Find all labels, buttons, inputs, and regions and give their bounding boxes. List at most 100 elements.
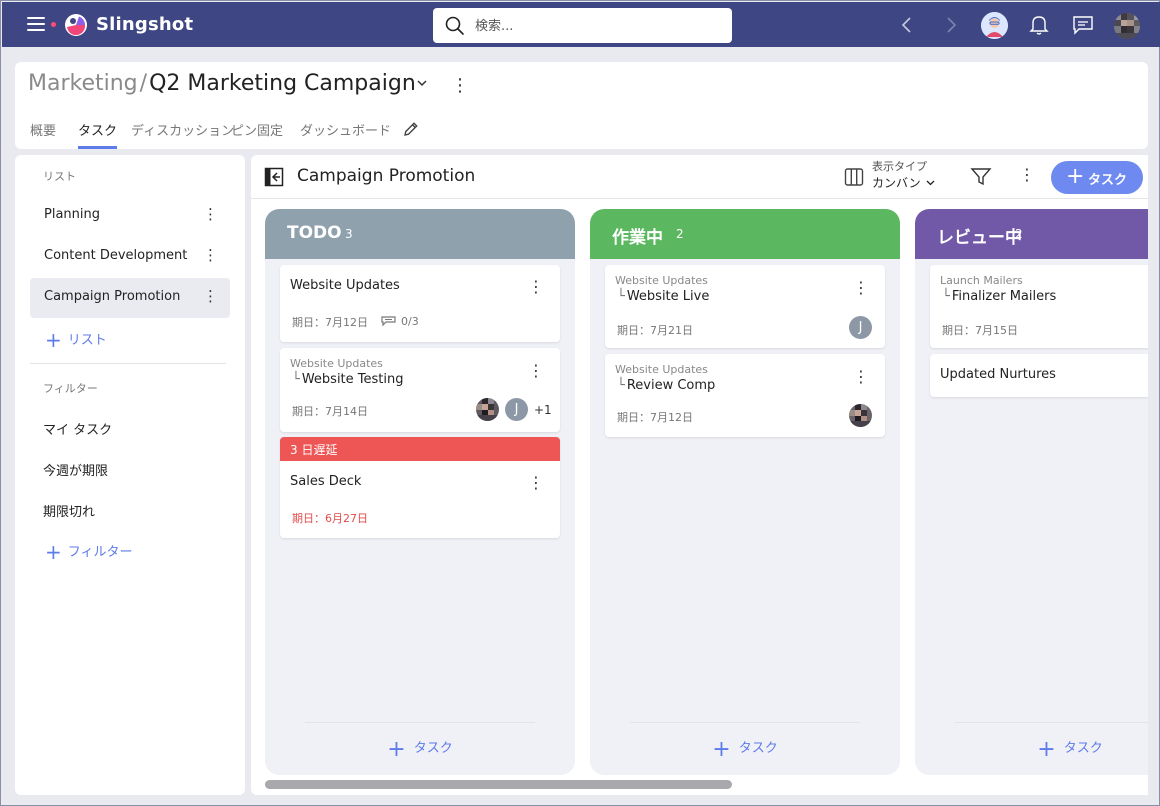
assignee-avatar-initial: J (505, 398, 528, 421)
task-card-sales-deck[interactable]: 3 日遅延 Sales Deck ⋮ 期日：6月27日 (280, 437, 560, 538)
project-title[interactable]: Q2 Marketing Campaign (149, 71, 416, 96)
plus-icon: + (1037, 737, 1056, 762)
subtask-branch-icon: └ (942, 289, 950, 304)
forward-arrow-icon[interactable] (943, 15, 959, 35)
task-card-finalizer-mailers[interactable]: Launch Mailers └ Finalizer Mailers 期日：7月1… (930, 265, 1148, 348)
column-footer-divider (955, 722, 1148, 723)
plus-icon: + (45, 328, 62, 352)
column-title: TODO (287, 223, 342, 243)
task-card-website-updates[interactable]: Website Updates ⋮ 期日：7月12日 0/3 (280, 265, 560, 342)
task-card-updated-nurtures[interactable]: Updated Nurtures (930, 354, 1148, 397)
more-vertical-icon[interactable]: ⋮ (528, 473, 544, 492)
search-icon (445, 16, 464, 35)
task-checklist: 0/3 (380, 314, 419, 328)
top-navigation-bar: Slingshot (2, 2, 1160, 47)
more-vertical-icon[interactable]: ⋮ (853, 367, 869, 386)
add-filter-button[interactable]: + フィルター (45, 540, 133, 564)
kanban-column-todo: TODO 3 Website Updates ⋮ 期日：7月12日 0/3 We… (265, 209, 575, 775)
task-card-review-comp[interactable]: Website Updates └ Review Comp ⋮ 期日：7月12日 (605, 354, 885, 437)
breadcrumb: Marketing/Q2 Marketing Campaign (28, 71, 416, 96)
bell-icon[interactable] (1029, 14, 1049, 36)
edit-pencil-icon[interactable] (402, 120, 420, 138)
user-avatar[interactable] (1114, 13, 1140, 39)
task-due-date: 期日：7月12日 (292, 316, 368, 329)
more-vertical-icon[interactable]: ⋮ (528, 277, 544, 296)
checklist-icon (381, 316, 396, 327)
kanban-column-in-progress: 作業中 2 Website Updates └ Website Live ⋮ 期日… (590, 209, 900, 775)
task-due-date: 期日：7月15日 (942, 324, 1018, 337)
filter-overdue[interactable]: 期限切れ (43, 501, 95, 520)
column-count: 2 (676, 227, 684, 241)
checklist-count: 0/3 (401, 315, 419, 328)
column-add-task-button[interactable]: + タスク (915, 737, 1148, 762)
tab-tasks[interactable]: タスク (78, 118, 118, 149)
search-box[interactable] (433, 8, 732, 43)
column-footer-divider (305, 722, 535, 723)
add-list-button[interactable]: + リスト (45, 328, 107, 352)
column-header: TODO 3 (265, 209, 575, 259)
project-more-icon[interactable]: ⋮ (451, 75, 469, 96)
board-panel: Campaign Promotion 表示タイプ カンバン ⋮ + タスク TO… (251, 155, 1148, 795)
sidebar-item-planning[interactable]: Planning ⋮ (30, 196, 230, 236)
tab-overview[interactable]: 概要 (30, 118, 56, 149)
search-input[interactable] (475, 16, 715, 36)
breadcrumb-parent-link[interactable]: Marketing (28, 71, 138, 96)
add-list-label: リスト (67, 333, 107, 348)
app-window: Slingshot 検索... Marketing/Q2 Marketing C… (0, 0, 1160, 806)
filter-icon[interactable] (970, 167, 992, 187)
task-card-website-testing[interactable]: Website Updates └ Website Testing ⋮ 期日：7月… (280, 348, 560, 432)
column-add-task-label: タスク (413, 741, 453, 756)
view-type-value: カンバン (872, 176, 921, 190)
more-vertical-icon[interactable]: ⋮ (528, 361, 544, 380)
extra-assignees-count: +1 (534, 403, 552, 417)
task-card-website-live[interactable]: Website Updates └ Website Live ⋮ 期日：7月21日… (605, 265, 885, 348)
kanban-column-in-review: レビュー中 2 Launch Mailers └ Finalizer Mailer… (915, 209, 1148, 775)
tab-pinned[interactable]: ピン固定 (231, 118, 283, 149)
filter-my-tasks[interactable]: マイ タスク (43, 419, 112, 438)
slingshot-logo-icon (65, 14, 87, 36)
back-arrow-icon[interactable] (899, 15, 915, 35)
view-type-select[interactable]: カンバン (872, 176, 935, 190)
menu-icon[interactable] (27, 17, 45, 31)
task-due-date: 期日：7月14日 (292, 405, 368, 418)
plus-icon: + (712, 737, 731, 762)
board-title: Campaign Promotion (297, 166, 476, 186)
column-add-task-button[interactable]: + タスク (265, 737, 575, 762)
column-add-task-button[interactable]: + タスク (590, 737, 900, 762)
chevron-down-icon (926, 180, 935, 186)
more-vertical-icon[interactable]: ⋮ (203, 205, 218, 223)
column-title: レビュー中 (937, 228, 1022, 248)
horizontal-scrollbar[interactable] (265, 780, 732, 789)
task-name: Website Live (626, 289, 710, 304)
task-name: Sales Deck (290, 474, 362, 489)
filter-due-this-week[interactable]: 今週が期限 (43, 460, 108, 479)
subtask-branch-icon: └ (617, 289, 625, 304)
task-parent: Website Updates (615, 274, 708, 287)
more-vertical-icon[interactable]: ⋮ (203, 287, 218, 305)
assignee-avatar-initial: J (849, 316, 872, 339)
chevron-down-icon[interactable] (416, 79, 428, 87)
lists-sidebar: リスト Planning ⋮ Content Development ⋮ Cam… (15, 155, 245, 795)
project-header: Marketing/Q2 Marketing Campaign ⋮ 概要 タスク… (15, 62, 1148, 149)
sidebar-item-content-development[interactable]: Content Development ⋮ (30, 237, 230, 277)
collapse-panel-icon[interactable] (264, 167, 284, 187)
task-name: Website Updates (290, 278, 400, 293)
columns-icon[interactable] (844, 167, 864, 187)
add-task-button[interactable]: + タスク (1051, 161, 1143, 194)
task-name: Finalizer Mailers (951, 289, 1057, 304)
column-header: レビュー中 2 (915, 209, 1148, 259)
sidebar-item-label: Content Development (44, 248, 188, 263)
assistant-avatar[interactable] (981, 12, 1008, 39)
task-name: Website Testing (301, 372, 404, 387)
sidebar-item-campaign-promotion[interactable]: Campaign Promotion ⋮ (30, 278, 230, 318)
task-name: Review Comp (626, 378, 716, 393)
chat-icon[interactable] (1072, 15, 1094, 35)
more-vertical-icon[interactable]: ⋮ (203, 246, 218, 264)
tab-dashboard[interactable]: ダッシュボード (300, 118, 391, 149)
assignee-avatar (849, 404, 872, 427)
tab-discussion[interactable]: ディスカッション (131, 118, 234, 149)
overdue-banner-text: 3 日遅延 (290, 443, 338, 457)
more-vertical-icon[interactable]: ⋮ (1019, 165, 1035, 184)
task-due-date: 期日：7月21日 (617, 324, 693, 337)
more-vertical-icon[interactable]: ⋮ (853, 278, 869, 297)
